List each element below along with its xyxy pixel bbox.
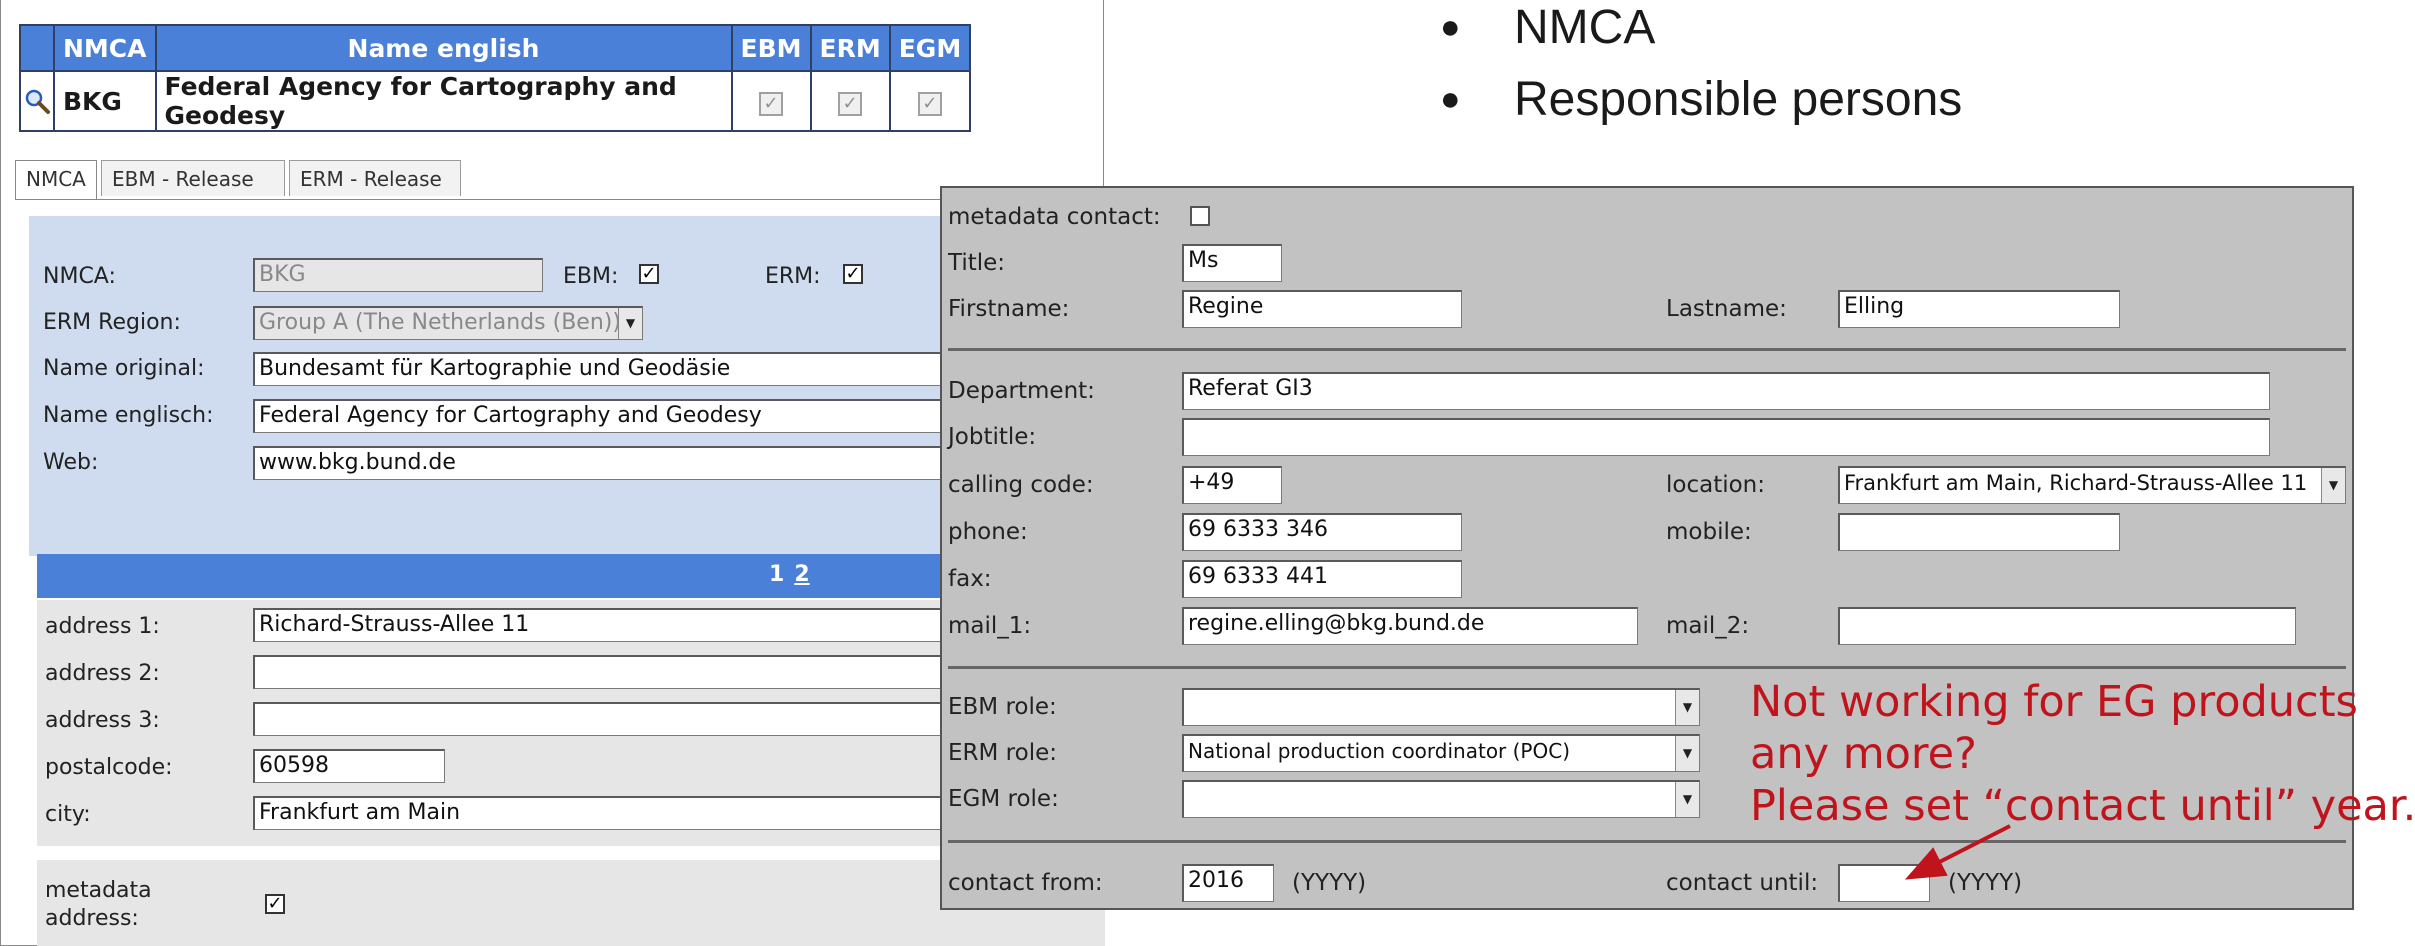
arrow-to-contact-until [1904,824,2011,880]
annotation-arrow [1904,824,2011,880]
